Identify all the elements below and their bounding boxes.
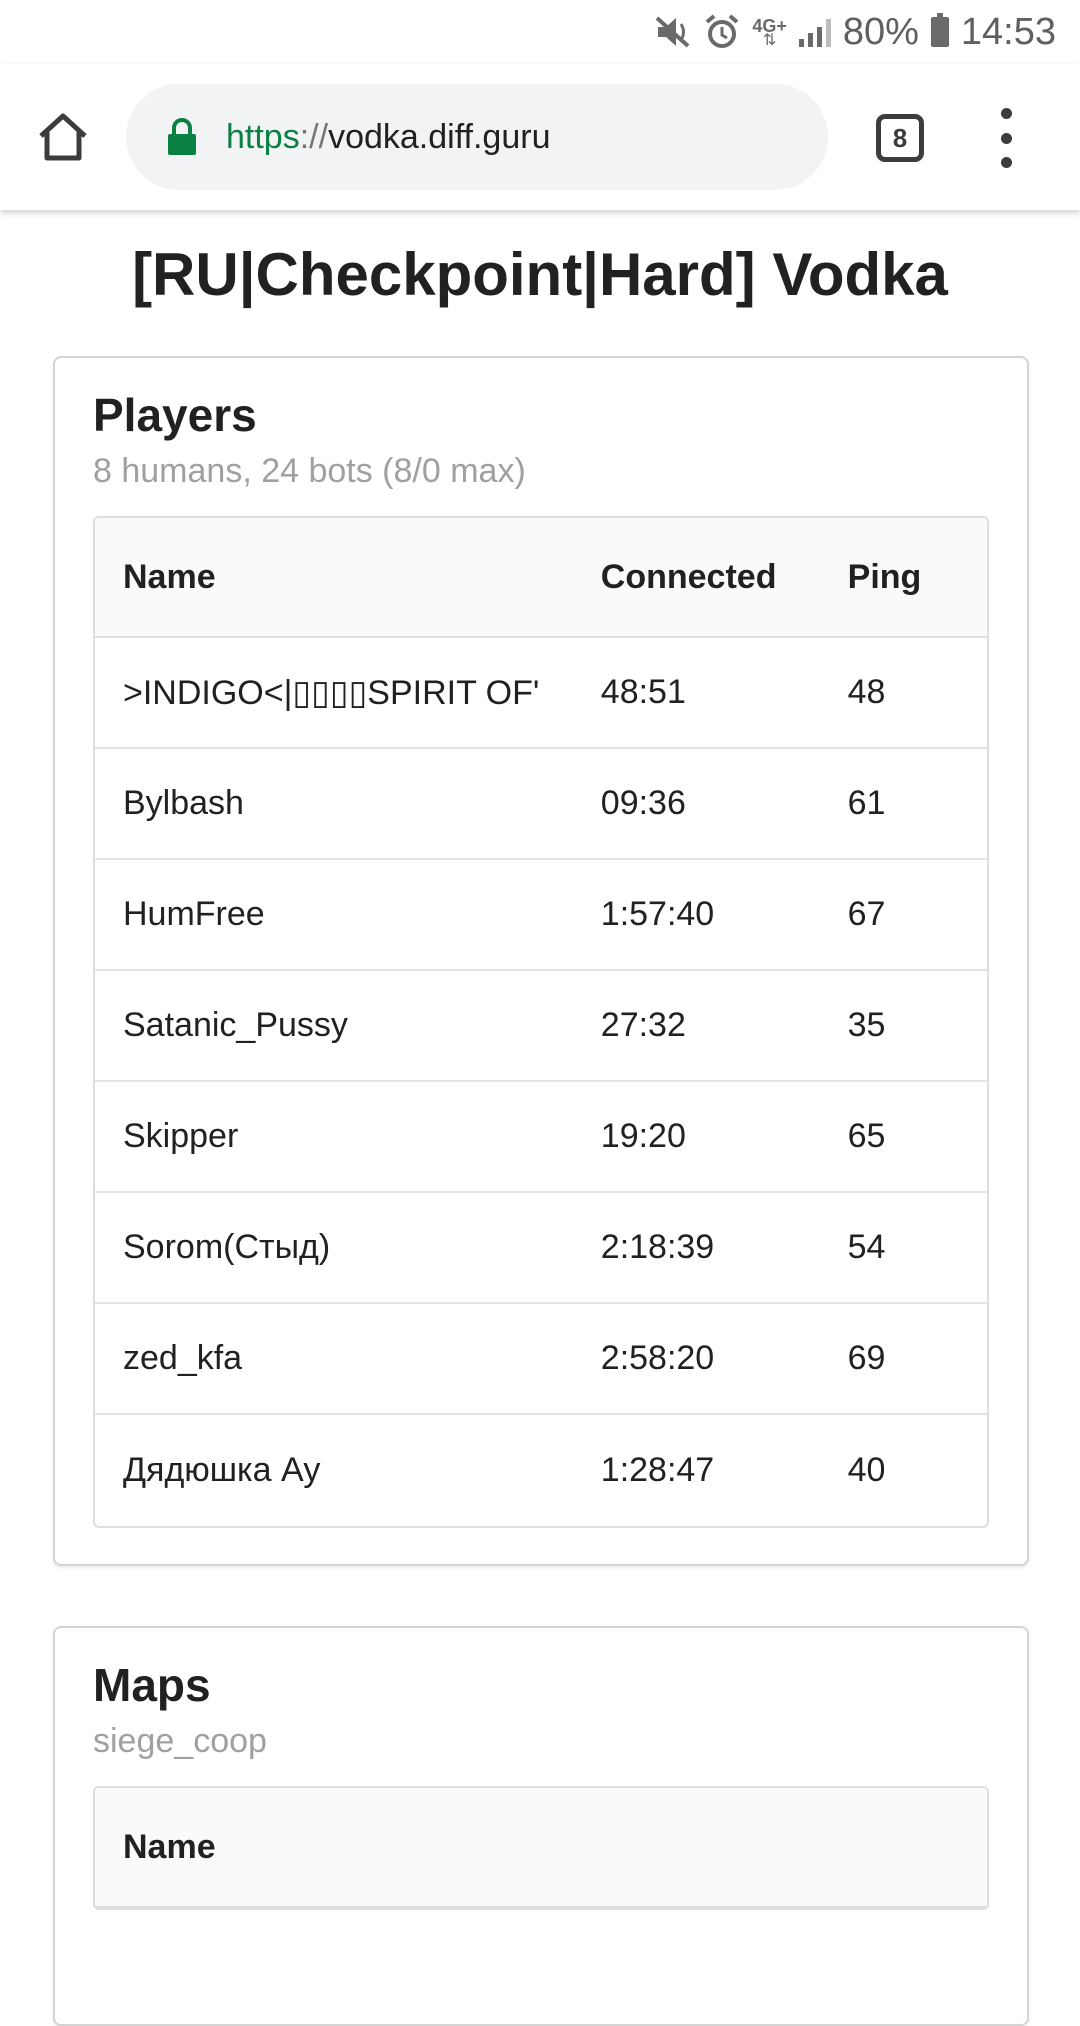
player-connected: 27:32 [600,1006,686,1044]
player-connected: 1:28:47 [600,1451,715,1489]
table-header: Name [95,1788,987,1908]
player-connected: 48:51 [600,673,686,711]
player-name: Skipper [123,1117,239,1155]
status-bar: 4G+ ⇅ 80% 14:53 [0,0,1080,64]
current-map: siege_coop [93,1722,267,1760]
battery-percent: 80% [842,10,919,53]
home-button[interactable] [30,104,96,170]
alarm-icon [704,14,740,50]
players-table: Name Connected Ping >INDIGO<|▯▯▯▯SPIRIT … [93,516,989,1528]
table-row: zed_kfa 2:58:20 69 [95,1304,987,1415]
table-row: Sorom(Стыд) 2:18:39 54 [95,1193,987,1304]
table-row: Дядюшка Ау 1:28:47 40 [95,1415,987,1526]
player-name: zed_kfa [123,1339,243,1377]
address-bar[interactable]: https://vodka.diff.guru [126,84,828,190]
tab-switcher-button[interactable]: 8 [876,114,924,162]
column-header-connected[interactable]: Connected [601,558,848,597]
player-name: >INDIGO<|▯▯▯▯SPIRIT OF' [123,673,540,712]
players-card: Players 8 humans, 24 bots (8/0 max) Name… [53,356,1029,1566]
battery-icon [930,13,949,47]
page-title: [RU|Checkpoint|Hard] Vodka [132,241,948,308]
signal-icon [798,17,831,47]
player-ping: 65 [847,1117,886,1155]
column-header-ping[interactable]: Ping [848,558,987,597]
maps-header: Maps [93,1659,211,1711]
url-scheme: https [226,117,300,156]
player-ping: 54 [847,1228,886,1266]
player-name: Sorom(Стыд) [123,1228,331,1266]
player-name: Bylbash [123,784,244,822]
player-ping: 61 [847,784,886,822]
column-header-name[interactable]: Name [95,1828,603,1867]
table-row: HumFree 1:57:40 67 [95,860,987,971]
table-row: Bylbash 09:36 61 [95,749,987,860]
network-indicator: 4G+ ⇅ [752,16,787,49]
players-header: Players [93,389,257,441]
player-name: Satanic_Pussy [123,1006,348,1044]
player-ping: 40 [847,1451,886,1489]
url-text: https://vodka.diff.guru [226,118,550,157]
player-connected: 19:20 [600,1117,686,1155]
player-connected: 09:36 [600,784,686,822]
table-row: Satanic_Pussy 27:32 35 [95,971,987,1082]
column-header-name[interactable]: Name [95,558,601,597]
mute-icon [654,15,692,49]
tab-count: 8 [892,122,908,153]
table-header: Name Connected Ping [95,518,987,638]
player-name: Дядюшка Ау [123,1451,321,1489]
player-connected: 1:57:40 [600,895,715,933]
lock-icon [166,117,200,157]
maps-card: Maps siege_coop Name [53,1626,1029,2026]
player-ping: 35 [847,1006,886,1044]
maps-table: Name [93,1786,989,1910]
browser-toolbar: https://vodka.diff.guru 8 [0,64,1080,210]
players-summary: 8 humans, 24 bots (8/0 max) [93,452,526,490]
table-row: >INDIGO<|▯▯▯▯SPIRIT OF' 48:51 48 [95,638,987,749]
url-host: vodka.diff.guru [328,117,551,156]
player-ping: 67 [847,895,886,933]
home-icon [39,113,87,161]
player-name: HumFree [123,895,265,933]
player-connected: 2:58:20 [600,1339,715,1377]
player-ping: 69 [847,1339,886,1377]
player-connected: 2:18:39 [600,1228,715,1266]
url-separator: :// [299,117,329,156]
player-ping: 48 [847,673,886,711]
more-vert-icon[interactable] [990,108,1022,168]
clock: 14:53 [960,10,1056,53]
table-row: Skipper 19:20 65 [95,1082,987,1193]
